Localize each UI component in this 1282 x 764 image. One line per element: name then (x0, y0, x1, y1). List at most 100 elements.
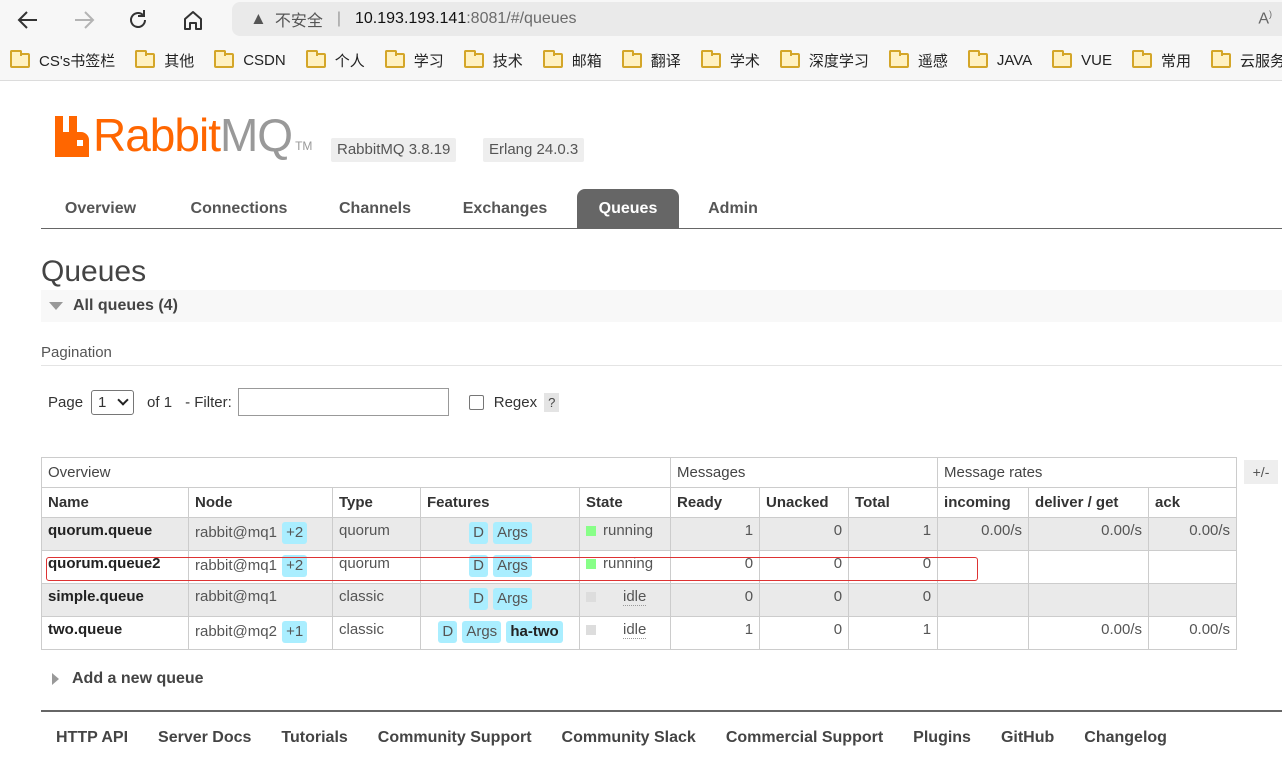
forward-button[interactable] (70, 6, 98, 34)
tab-queues[interactable]: Queues (577, 189, 679, 228)
ack-rate (1148, 583, 1238, 617)
footer-link-changelog[interactable]: Changelog (1084, 729, 1167, 747)
browser-toolbar: ▲ 不安全 | 10.193.193.141 :8081/#/queues A) (0, 0, 1282, 40)
footer-link-http-api[interactable]: HTTP API (56, 729, 128, 747)
deliver-get-rate: 0.00/s (1028, 517, 1150, 551)
queue-type: classic (332, 583, 421, 617)
queue-node: rabbit@mq2 (195, 623, 277, 640)
table-row: quorum.queue rabbit@mq1 +2 quorum D Args… (41, 517, 1238, 551)
address-bar[interactable]: ▲ 不安全 | 10.193.193.141 :8081/#/queues A) (232, 2, 1282, 36)
filter-input[interactable] (237, 388, 449, 416)
bookmark-folder[interactable]: 遥感 (888, 49, 948, 71)
policy-tag[interactable]: ha-two (506, 621, 563, 643)
queue-state-cell: idle (578, 583, 672, 617)
queue-state: running (603, 555, 654, 572)
feature-args-tag: Args (493, 588, 532, 610)
unacked-count: 0 (759, 583, 850, 617)
tab-connections[interactable]: Connections (174, 189, 304, 228)
refresh-icon (130, 10, 146, 28)
mirror-count-badge: +1 (282, 621, 308, 643)
queue-name-link[interactable]: quorum.queue (41, 517, 189, 551)
column-header-node[interactable]: Node (188, 487, 333, 518)
queue-name-link[interactable]: quorum.queue2 (41, 550, 189, 584)
footer-link-commercial-support[interactable]: Commercial Support (726, 729, 883, 747)
column-header-ready[interactable]: Ready (670, 487, 761, 518)
column-header-total[interactable]: Total (848, 487, 939, 518)
regex-help-button[interactable]: ? (544, 392, 560, 412)
bookmark-folder[interactable]: 技术 (463, 49, 523, 71)
bookmark-label: 学术 (729, 52, 760, 70)
bookmark-folder[interactable]: 学习 (384, 49, 444, 71)
bookmark-label: CS's书签栏 (39, 52, 116, 70)
column-header-deliver-get[interactable]: deliver / get (1028, 487, 1150, 518)
feature-durable-tag: D (438, 621, 458, 643)
queue-node-cell: rabbit@mq1 +2 (188, 550, 333, 584)
bookmark-folder[interactable]: 翻译 (621, 49, 681, 71)
running-status-icon (586, 526, 596, 537)
column-toggle-button[interactable]: +/- (1244, 460, 1278, 484)
unacked-count: 0 (759, 616, 850, 650)
incoming-rate: 0.00/s (937, 517, 1030, 551)
column-header-type[interactable]: Type (332, 487, 421, 518)
logo-trademark: TM (295, 139, 313, 153)
bookmark-folder[interactable]: 学术 (700, 49, 760, 71)
mirror-count-badge: +2 (282, 555, 308, 577)
rabbitmq-version-badge: RabbitMQ 3.8.19 (331, 138, 457, 162)
footer-link-tutorials[interactable]: Tutorials (281, 729, 347, 747)
folder-icon (888, 49, 909, 68)
column-header-ack[interactable]: ack (1148, 487, 1238, 518)
bookmark-folder[interactable]: VUE (1052, 49, 1112, 69)
reload-button[interactable] (124, 6, 152, 34)
queue-type: classic (332, 616, 421, 650)
read-aloud-icon[interactable]: A) (1258, 9, 1272, 28)
bookmark-folder[interactable]: 常用 (1132, 49, 1191, 71)
bookmark-label: 学习 (413, 52, 444, 70)
add-queue-toggle[interactable]: Add a new queue (52, 670, 204, 688)
url-path: :8081/#/queues (466, 10, 577, 27)
bookmark-folder[interactable]: 其他 (135, 49, 194, 71)
page-label: Page (48, 393, 84, 411)
footer-link-github[interactable]: GitHub (1001, 729, 1054, 747)
regex-checkbox[interactable] (468, 394, 484, 410)
rabbitmq-logo[interactable]: RabbitMQ TM (55, 112, 313, 158)
column-header-incoming[interactable]: incoming (937, 487, 1030, 518)
folder-icon (1211, 49, 1232, 68)
queue-state-cell: running (578, 550, 672, 584)
home-button[interactable] (179, 6, 207, 34)
bookmark-folder[interactable]: 邮箱 (542, 49, 602, 71)
section-title: All queues (4) (73, 297, 178, 314)
bookmark-folder[interactable]: 个人 (305, 49, 365, 71)
folder-icon (542, 49, 563, 68)
tab-channels[interactable]: Channels (321, 189, 429, 228)
column-header-name[interactable]: Name (41, 487, 189, 518)
ready-count: 1 (670, 517, 761, 551)
footer-link-server-docs[interactable]: Server Docs (158, 729, 251, 747)
folder-icon (10, 49, 30, 68)
bookmark-folder[interactable]: CSDN (214, 49, 286, 69)
incoming-rate (937, 550, 1030, 584)
tab-admin[interactable]: Admin (692, 189, 774, 228)
back-button[interactable] (14, 6, 42, 34)
all-queues-section-toggle[interactable]: All queues (4) (41, 290, 1282, 322)
page-count-label: of 1 (147, 393, 173, 411)
folder-icon (779, 49, 800, 68)
bookmark-folder[interactable]: 深度学习 (779, 49, 869, 71)
feature-durable-tag: D (469, 555, 488, 577)
collapse-triangle-icon (49, 302, 63, 310)
unacked-count: 0 (759, 517, 850, 551)
column-header-unacked[interactable]: Unacked (759, 487, 850, 518)
bookmark-folder[interactable]: JAVA (967, 49, 1032, 69)
bookmark-folder[interactable]: 云服务 (1211, 49, 1282, 71)
column-header-state[interactable]: State (578, 487, 672, 518)
footer-link-community-support[interactable]: Community Support (378, 729, 532, 747)
queue-name-link[interactable]: simple.queue (41, 583, 189, 617)
page-select[interactable]: 1 (91, 389, 135, 415)
queue-name-link[interactable]: two.queue (41, 616, 189, 650)
tab-overview[interactable]: Overview (41, 189, 160, 228)
tab-exchanges[interactable]: Exchanges (444, 189, 566, 228)
bookmark-folder[interactable]: CS's书签栏 (10, 49, 116, 71)
ack-rate: 0.00/s (1148, 517, 1238, 551)
footer-link-community-slack[interactable]: Community Slack (562, 729, 696, 747)
footer-link-plugins[interactable]: Plugins (913, 729, 971, 747)
page-title: Queues (41, 255, 147, 288)
